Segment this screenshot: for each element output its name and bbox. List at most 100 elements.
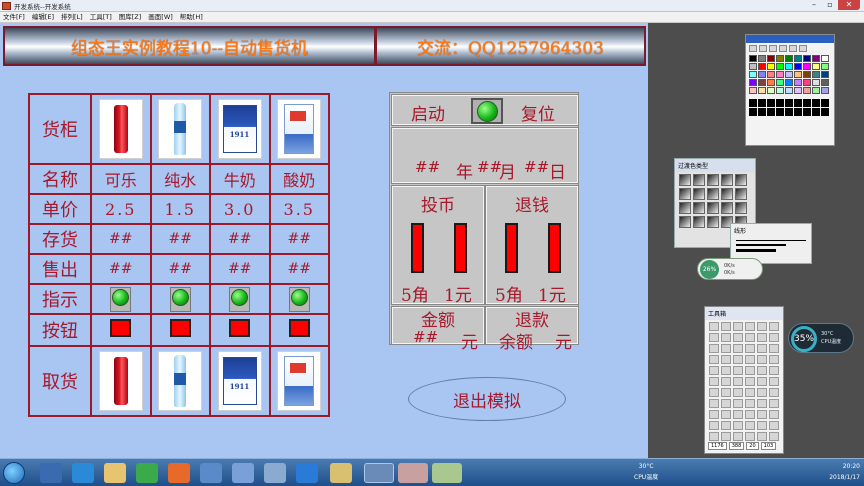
color-swatch[interactable]: [812, 99, 820, 107]
color-swatch[interactable]: [785, 63, 793, 70]
tray-clock[interactable]: 20:20 2018/1/17: [829, 461, 860, 483]
color-swatch[interactable]: [758, 87, 766, 94]
gradient-option[interactable]: [679, 202, 691, 214]
milk-carton-image[interactable]: [217, 351, 262, 411]
tool-button[interactable]: [733, 399, 743, 408]
gradient-option[interactable]: [693, 188, 705, 200]
color-swatch[interactable]: [749, 99, 757, 107]
cola-can-image[interactable]: [98, 351, 143, 411]
color-swatch[interactable]: [749, 63, 757, 70]
cola-can-image[interactable]: [98, 99, 143, 159]
color-swatch[interactable]: [776, 79, 784, 86]
toolbox-panel[interactable]: 工具箱 1176 388 20 103: [704, 306, 784, 454]
tool-button[interactable]: [721, 388, 731, 397]
tool-button[interactable]: [757, 421, 767, 430]
tool-button[interactable]: [745, 388, 755, 397]
shadow-icon[interactable]: [779, 45, 787, 52]
yogurt-carton-image[interactable]: [277, 351, 322, 411]
tool-button[interactable]: [721, 355, 731, 364]
menu-file[interactable]: 文件[F]: [3, 12, 25, 22]
gradient-option[interactable]: [693, 174, 705, 186]
color-swatch[interactable]: [812, 71, 820, 78]
close-icon[interactable]: ✕: [838, 0, 860, 10]
explorer-icon[interactable]: [40, 463, 62, 483]
tool-button[interactable]: [769, 333, 779, 342]
color-swatch[interactable]: [803, 71, 811, 78]
app-icon-chat[interactable]: [296, 463, 318, 483]
coin-5jiao-bar[interactable]: [411, 223, 424, 273]
app-icon-blue[interactable]: [200, 463, 222, 483]
color-swatch[interactable]: [785, 108, 793, 116]
start-label[interactable]: 启动: [411, 100, 445, 125]
line-style-medium[interactable]: [736, 244, 786, 246]
tool-button[interactable]: [721, 432, 731, 441]
tool-button[interactable]: [769, 410, 779, 419]
tool-button[interactable]: [721, 377, 731, 386]
tool-button[interactable]: [769, 366, 779, 375]
tool-button[interactable]: [709, 366, 719, 375]
gradient-option[interactable]: [707, 202, 719, 214]
color-swatch[interactable]: [812, 63, 820, 70]
tool-button[interactable]: [709, 322, 719, 331]
buy-water-button[interactable]: [169, 319, 191, 337]
tool-button[interactable]: [733, 377, 743, 386]
gradient-option[interactable]: [721, 202, 733, 214]
tool-button[interactable]: [745, 355, 755, 364]
color-swatch[interactable]: [821, 108, 829, 116]
color-swatch[interactable]: [758, 108, 766, 116]
line-icon[interactable]: [759, 45, 767, 52]
color-swatch[interactable]: [803, 99, 811, 107]
color-swatch[interactable]: [785, 87, 793, 94]
tool-button[interactable]: [745, 432, 755, 441]
gradient-option[interactable]: [679, 188, 691, 200]
buy-cola-button[interactable]: [110, 319, 132, 337]
fill-icon[interactable]: [749, 45, 757, 52]
start-led-button[interactable]: [471, 98, 503, 124]
menu-edit[interactable]: 编辑[E]: [32, 12, 54, 22]
color-swatch[interactable]: [794, 63, 802, 70]
color-swatch[interactable]: [758, 99, 766, 107]
color-swatch[interactable]: [785, 79, 793, 86]
tool-button[interactable]: [745, 399, 755, 408]
coin-1yuan-bar[interactable]: [454, 223, 467, 273]
tool-button[interactable]: [769, 377, 779, 386]
tool-button[interactable]: [721, 410, 731, 419]
gradient-option[interactable]: [679, 174, 691, 186]
tool-button[interactable]: [769, 344, 779, 353]
tool-button[interactable]: [721, 322, 731, 331]
tool-button[interactable]: [733, 322, 743, 331]
color-swatch[interactable]: [767, 108, 775, 116]
tool-button[interactable]: [721, 399, 731, 408]
tool-button[interactable]: [757, 344, 767, 353]
tool-button[interactable]: [721, 421, 731, 430]
app-icon-yellow[interactable]: [330, 463, 352, 483]
tool-button[interactable]: [757, 333, 767, 342]
gradient-option[interactable]: [735, 174, 747, 186]
menu-help[interactable]: 帮助[H]: [180, 12, 203, 22]
yogurt-carton-image[interactable]: [277, 99, 322, 159]
color-swatch[interactable]: [785, 55, 793, 62]
design-canvas[interactable]: 组态王实例教程10--自动售货机 交流：QQ1257964303 货柜 名称 可…: [0, 23, 648, 458]
line-style-thick[interactable]: [736, 249, 776, 252]
color-swatch[interactable]: [776, 87, 784, 94]
tool-button[interactable]: [769, 322, 779, 331]
color-swatch[interactable]: [794, 87, 802, 94]
tool-button[interactable]: [709, 432, 719, 441]
color-swatch[interactable]: [803, 63, 811, 70]
tool-button[interactable]: [745, 421, 755, 430]
tool-button[interactable]: [769, 399, 779, 408]
color-swatch[interactable]: [767, 87, 775, 94]
kingview-taskbar-icon[interactable]: [364, 463, 394, 483]
app-icon-notes[interactable]: [432, 463, 462, 483]
app-icon-book[interactable]: [398, 463, 428, 483]
color-swatch[interactable]: [785, 99, 793, 107]
menu-screen[interactable]: 画面[W]: [148, 12, 173, 22]
minimize-icon[interactable]: –: [806, 0, 822, 10]
gradient-option[interactable]: [735, 188, 747, 200]
tool-button[interactable]: [757, 377, 767, 386]
color-swatch[interactable]: [767, 71, 775, 78]
color-swatch[interactable]: [812, 55, 820, 62]
tool-button[interactable]: [745, 410, 755, 419]
tool-button[interactable]: [769, 355, 779, 364]
tool-button[interactable]: [721, 366, 731, 375]
